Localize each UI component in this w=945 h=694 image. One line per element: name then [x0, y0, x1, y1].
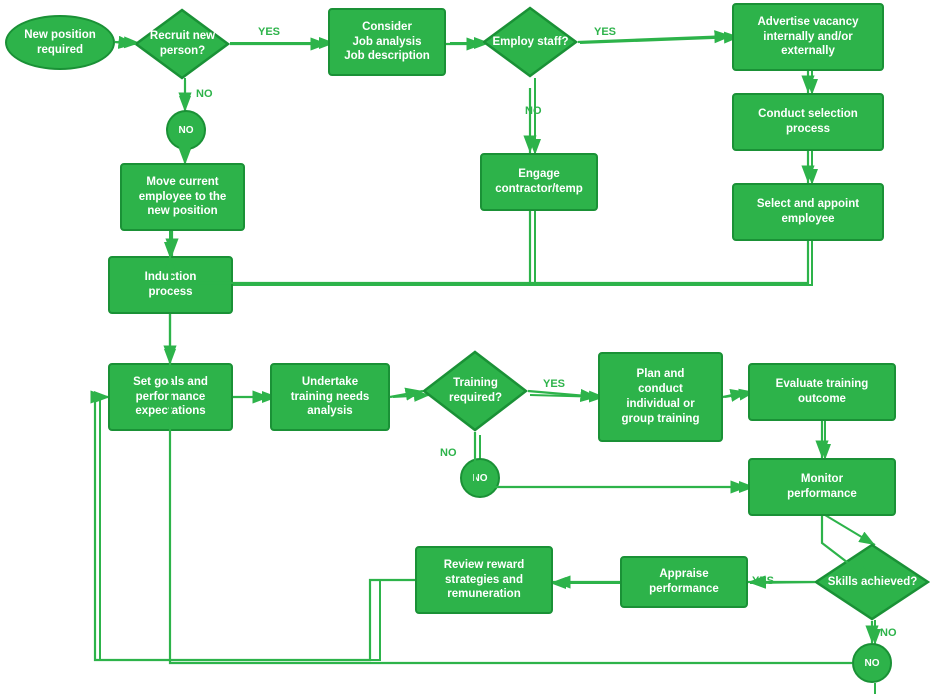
node-evaluate-training: Evaluate trainingoutcome: [748, 363, 896, 421]
node-induction: Inductionprocess: [108, 256, 233, 314]
node-conduct-selection: Conduct selectionprocess: [732, 93, 884, 151]
node-plan-conduct: Plan andconductindividual orgroup traini…: [598, 352, 723, 442]
node-engage-contractor: Engagecontractor/temp: [480, 153, 598, 211]
node-new-position: New positionrequired: [5, 15, 115, 70]
node-skills-achieved: Skills achieved?: [815, 543, 930, 621]
label-no-skills: NO: [880, 627, 897, 639]
node-no-circle-recruit: NO: [166, 110, 206, 150]
node-training-required: Trainingrequired?: [423, 350, 528, 432]
node-advertise: Advertise vacancyinternally and/orextern…: [732, 3, 884, 71]
node-move-employee: Move currentemployee to thenew position: [120, 163, 245, 231]
label-no-employ: NO: [525, 105, 542, 117]
node-consider-job: ConsiderJob analysisJob description: [328, 8, 446, 76]
flowchart: New positionrequired Recruit newperson? …: [0, 0, 945, 694]
node-set-goals: Set goals andperformanceexpectations: [108, 363, 233, 431]
label-no-recruit: NO: [196, 88, 213, 100]
label-yes-skills: YES: [752, 575, 774, 587]
label-yes-training: YES: [543, 378, 565, 390]
node-employ-staff: Employ staff?: [483, 6, 578, 78]
node-training-needs: Undertaketraining needsanalysis: [270, 363, 390, 431]
node-recruit-new: Recruit newperson?: [135, 8, 230, 80]
label-yes-recruit: YES: [258, 26, 280, 38]
node-review-reward: Review rewardstrategies andremuneration: [415, 546, 553, 614]
node-appraise: Appraiseperformance: [620, 556, 748, 608]
label-no-training: NO: [440, 447, 457, 459]
label-yes-employ: YES: [594, 26, 616, 38]
node-select-appoint: Select and appointemployee: [732, 183, 884, 241]
node-no-circle-skills: NO: [852, 643, 892, 683]
node-no-circle-training: NO: [460, 458, 500, 498]
node-monitor-performance: Monitorperformance: [748, 458, 896, 516]
